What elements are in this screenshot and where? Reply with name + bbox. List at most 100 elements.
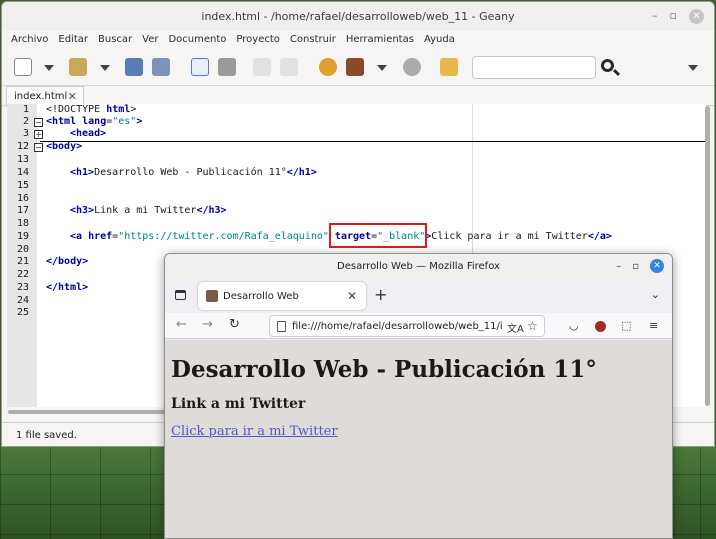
firefox-window: Desarrollo Web — Mozilla Firefox – ▫ ✕ D… — [164, 253, 673, 539]
menu-icon[interactable]: ≡ — [649, 319, 658, 332]
code-line: <body> — [46, 141, 83, 152]
page-subheading: Link a mi Twitter — [171, 396, 306, 412]
line-number: 25 — [16, 307, 29, 318]
line-number: 16 — [16, 193, 29, 204]
close-icon[interactable]: ✕ — [689, 9, 704, 24]
navigation-bar: ← → ↻ file:///home/rafael/desarrolloweb/… — [165, 313, 672, 339]
code-line: </html> — [46, 282, 89, 293]
chevron-down-icon[interactable]: ⌄ — [651, 288, 660, 301]
line-number: 21 — [16, 256, 29, 267]
geany-window-title: index.html - /home/rafael/desarrolloweb/… — [201, 10, 515, 23]
pocket-icon[interactable]: ◡ — [569, 319, 579, 332]
chevron-down-icon[interactable] — [100, 65, 110, 71]
line-number: 2 — [22, 116, 29, 127]
twitter-link[interactable]: Click para ir a mi Twitter — [171, 424, 338, 439]
close-tab-icon[interactable]: ✕ — [68, 90, 77, 103]
back-icon[interactable] — [253, 58, 271, 76]
close-tab-icon[interactable]: ✕ — [347, 289, 357, 303]
reload-icon[interactable]: ↻ — [229, 317, 240, 332]
page-content: Desarrollo Web - Publicación 11° Link a … — [165, 340, 672, 538]
fold-separator — [40, 141, 706, 142]
back-icon[interactable]: ← — [176, 317, 187, 332]
favicon-icon — [206, 290, 218, 302]
maximize-icon[interactable]: ▫ — [670, 9, 677, 24]
minimize-icon[interactable]: – — [652, 9, 658, 24]
tab-desarrollo-web[interactable]: Desarrollo Web ✕ — [198, 282, 366, 310]
line-number: 20 — [16, 244, 29, 255]
search-input[interactable] — [472, 56, 596, 79]
code-line: <html lang="es"> — [46, 116, 143, 127]
menu-ayuda[interactable]: Ayuda — [424, 31, 455, 49]
save-icon[interactable] — [125, 58, 143, 76]
fold-expand-icon[interactable]: + — [34, 130, 43, 139]
line-number: 13 — [16, 154, 29, 165]
code-line: <head> — [70, 128, 107, 139]
line-number: 17 — [16, 205, 29, 216]
menu-proyecto[interactable]: Proyecto — [236, 31, 279, 49]
geany-titlebar[interactable]: index.html - /home/rafael/desarrolloweb/… — [2, 2, 714, 31]
code-line: <h1>Desarrollo Web - Publicación 11°</h1… — [70, 167, 317, 178]
bookmark-star-icon[interactable]: ☆ — [527, 319, 538, 333]
firefox-titlebar[interactable]: Desarrollo Web — Mozilla Firefox – ▫ ✕ — [165, 254, 672, 279]
menu-archivo[interactable]: Archivo — [11, 31, 48, 49]
forward-icon[interactable] — [280, 58, 298, 76]
line-number: 22 — [16, 269, 29, 280]
maximize-icon[interactable]: ▫ — [632, 261, 639, 272]
execute-icon[interactable] — [403, 58, 421, 76]
close-file-icon[interactable] — [218, 58, 236, 76]
fold-collapse-icon[interactable]: − — [34, 143, 43, 152]
new-tab-icon[interactable]: + — [374, 285, 387, 304]
page-icon — [277, 321, 286, 332]
line-number: 3 — [22, 128, 29, 139]
line-number: 15 — [16, 180, 29, 191]
reload-icon[interactable] — [191, 58, 209, 76]
line-number: 12 — [16, 141, 29, 152]
chevron-down-icon[interactable] — [44, 65, 54, 71]
build-icon[interactable] — [346, 58, 364, 76]
extensions-icon[interactable]: ⬚ — [621, 319, 631, 332]
geany-tabbar: index.html ✕ — [2, 86, 714, 107]
translate-icon[interactable]: 文A — [507, 320, 524, 335]
compile-icon[interactable] — [319, 58, 337, 76]
close-icon[interactable]: ✕ — [650, 259, 664, 273]
search-icon[interactable] — [601, 59, 614, 72]
menu-ver[interactable]: Ver — [142, 31, 158, 49]
page-heading: Desarrollo Web - Publicación 11° — [171, 356, 597, 383]
extension-icon[interactable] — [595, 321, 606, 332]
code-line: <h3>Link a mi Twitter</h3> — [70, 205, 227, 216]
firefox-window-title: Desarrollo Web — Mozilla Firefox — [337, 261, 500, 272]
save-all-icon[interactable] — [152, 58, 170, 76]
code-line: </body> — [46, 256, 89, 267]
line-number: 24 — [16, 295, 29, 306]
fold-collapse-icon[interactable]: − — [34, 118, 43, 127]
vertical-scrollbar[interactable] — [705, 106, 710, 406]
line-number: 23 — [16, 282, 29, 293]
line-number: 14 — [16, 167, 29, 178]
geany-menubar: Archivo Editar Buscar Ver Documento Proy… — [2, 31, 714, 49]
highlight-box — [329, 223, 427, 248]
firefox-tabbar: Desarrollo Web ✕ + ⌄ — [165, 279, 672, 313]
menu-documento[interactable]: Documento — [168, 31, 226, 49]
line-number: 18 — [16, 218, 29, 229]
tab-label: Desarrollo Web — [223, 291, 299, 302]
code-line: <!DOCTYPE html> — [46, 104, 137, 115]
open-file-icon[interactable] — [69, 58, 87, 76]
line-number: 1 — [22, 104, 29, 115]
tab-label: index.html — [14, 91, 68, 102]
menu-herramientas[interactable]: Herramientas — [346, 31, 414, 49]
url-bar[interactable]: file:///home/rafael/desarrolloweb/web_11… — [269, 315, 545, 337]
menu-editar[interactable]: Editar — [58, 31, 88, 49]
new-file-icon[interactable] — [14, 58, 32, 76]
color-chooser-icon[interactable] — [440, 58, 458, 76]
chevron-down-icon[interactable] — [688, 65, 698, 71]
minimize-icon[interactable]: – — [616, 261, 621, 272]
line-number: 19 — [16, 231, 29, 242]
menu-construir[interactable]: Construir — [290, 31, 336, 49]
url-text: file:///home/rafael/desarrolloweb/web_11… — [292, 321, 502, 332]
chevron-down-icon[interactable] — [377, 65, 387, 71]
forward-icon[interactable]: → — [202, 317, 213, 332]
geany-toolbar — [2, 49, 714, 86]
menu-buscar[interactable]: Buscar — [98, 31, 132, 49]
tab-overview-icon[interactable] — [175, 290, 186, 300]
horizontal-scrollbar[interactable] — [8, 410, 168, 414]
